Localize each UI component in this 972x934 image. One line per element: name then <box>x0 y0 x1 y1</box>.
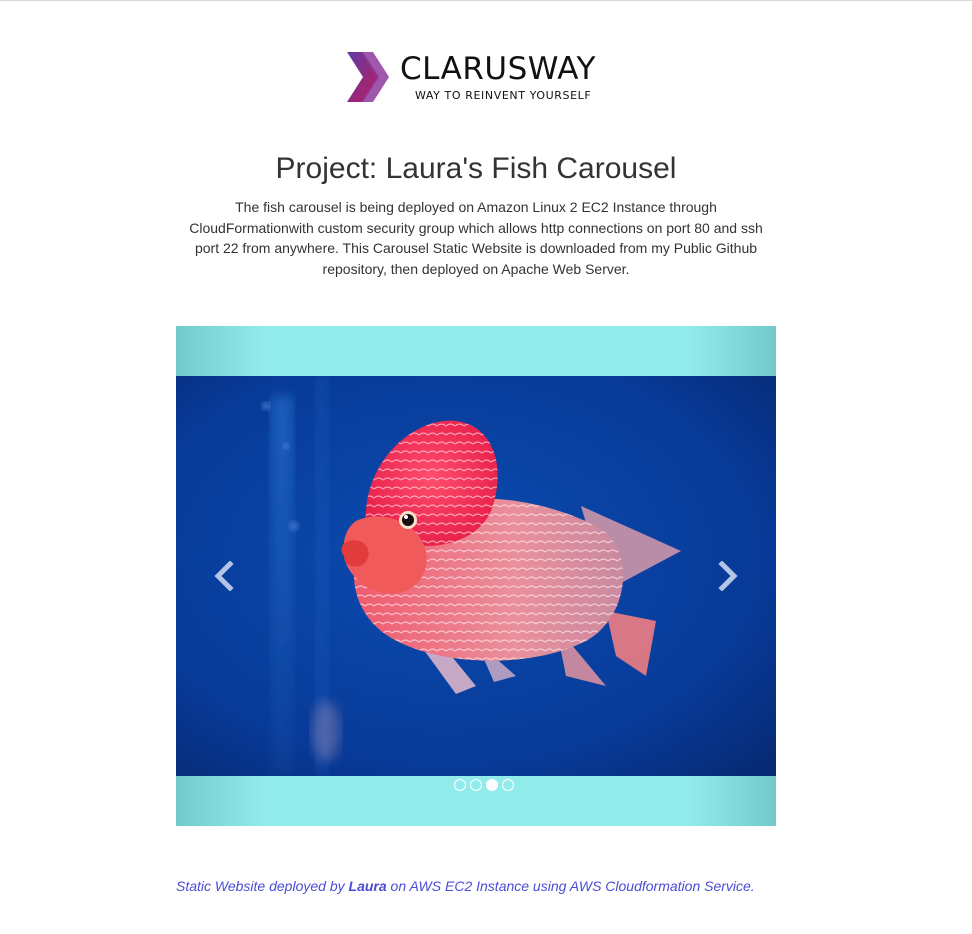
carousel-next-button[interactable] <box>708 551 748 601</box>
double-chevron-logo-icon <box>347 52 389 102</box>
flowerhorn-fish-image <box>176 376 776 776</box>
fish-carousel <box>176 326 776 826</box>
chevron-left-icon <box>214 561 234 591</box>
carousel-indicators <box>176 779 776 793</box>
carousel-indicator-3[interactable] <box>486 779 498 791</box>
footer-suffix: on AWS EC2 Instance using AWS Cloudforma… <box>386 878 755 894</box>
footer-prefix: Static Website deployed by <box>176 878 349 894</box>
carousel-indicator-4[interactable] <box>502 779 514 791</box>
carousel-indicator-1[interactable] <box>454 779 466 791</box>
page-description: The fish carousel is being deployed on A… <box>189 199 763 277</box>
clarusway-logo: CLARUSWAY WAY TO REINVENT YOURSELF <box>345 50 615 106</box>
chevron-right-icon <box>718 561 738 591</box>
logo-tagline: WAY TO REINVENT YOURSELF <box>415 89 592 102</box>
carousel-prev-button[interactable] <box>204 551 244 601</box>
carousel-indicator-2[interactable] <box>470 779 482 791</box>
logo-wordmark: CLARUSWAY <box>400 51 596 87</box>
footer-author: Laura <box>348 878 387 894</box>
footer-credit: Static Website deployed by Laura on AWS … <box>176 877 796 895</box>
top-border <box>0 0 972 1</box>
carousel-slide-image <box>176 376 776 776</box>
page-title: Project: Laura's Fish Carousel <box>275 152 677 185</box>
